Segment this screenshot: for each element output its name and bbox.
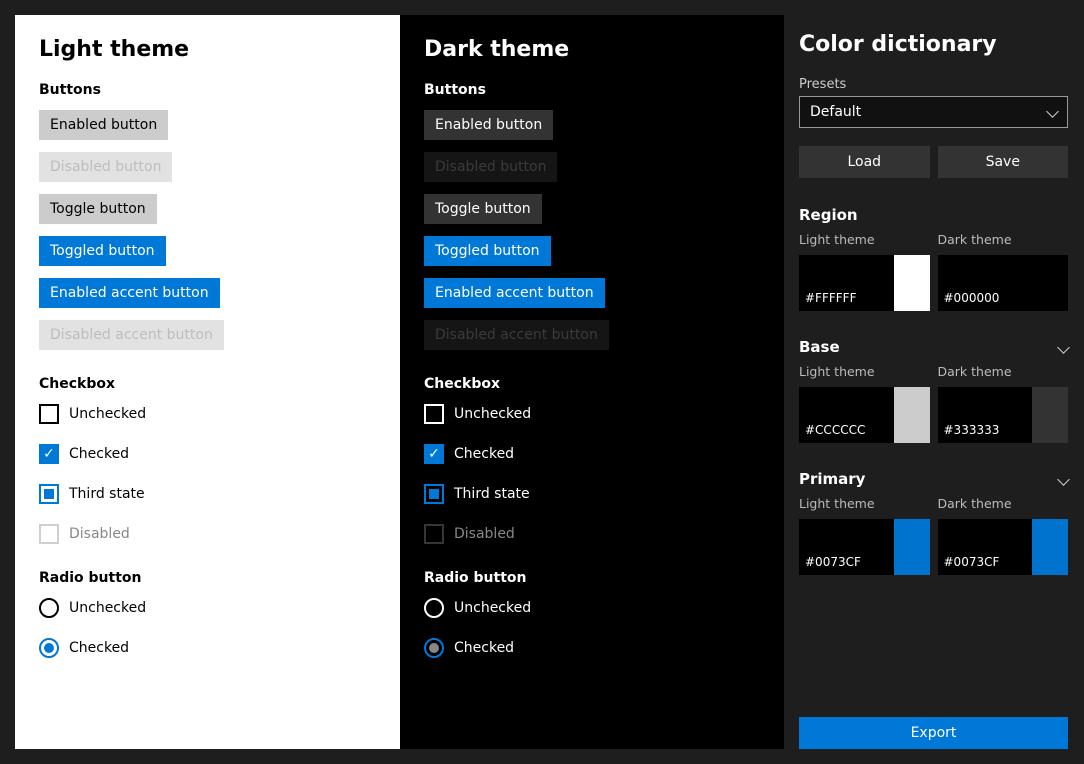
checkbox-disabled-icon: [39, 524, 59, 544]
light-radio-unchecked[interactable]: Unchecked: [39, 598, 376, 618]
dark-checkbox-unchecked[interactable]: Unchecked: [424, 404, 760, 424]
color-chip: [1032, 387, 1068, 443]
region-dt-label: Dark theme: [938, 232, 1069, 247]
checkbox-indeterminate-icon: [424, 484, 444, 504]
light-enabled-button[interactable]: Enabled button: [39, 110, 168, 140]
region-dark-swatch[interactable]: #000000: [938, 255, 1069, 311]
light-title: Light theme: [39, 37, 376, 62]
light-disabled-accent-button: Disabled accent button: [39, 320, 224, 350]
dark-toggled-button[interactable]: Toggled button: [424, 236, 551, 266]
base-dark-swatch[interactable]: #333333: [938, 387, 1069, 443]
light-disabled-button: Disabled button: [39, 152, 172, 182]
side-title: Color dictionary: [799, 32, 1068, 57]
color-dictionary-panel: Color dictionary Presets Default Load Sa…: [791, 0, 1084, 764]
base-light-swatch[interactable]: #CCCCCC: [799, 387, 930, 443]
presets-dropdown[interactable]: Default: [799, 96, 1068, 128]
checkbox-icon: [39, 404, 59, 424]
chevron-down-icon: [1059, 469, 1068, 488]
color-chip: [1032, 519, 1068, 575]
presets-label: Presets: [799, 77, 1068, 92]
checkbox-checked-icon: [424, 444, 444, 464]
radio-checked-icon: [39, 638, 59, 658]
light-toggle-button[interactable]: Toggle button: [39, 194, 157, 224]
dark-theme-panel: Dark theme Buttons Enabled button Disabl…: [400, 15, 784, 749]
chevron-down-icon: [1059, 337, 1068, 356]
primary-lt-label: Light theme: [799, 496, 930, 511]
primary-light-swatch[interactable]: #0073CF: [799, 519, 930, 575]
dark-enabled-accent-button[interactable]: Enabled accent button: [424, 278, 605, 308]
color-chip: [894, 387, 930, 443]
dark-disabled-button: Disabled button: [424, 152, 557, 182]
dark-radio-checked[interactable]: Checked: [424, 638, 760, 658]
radio-icon: [39, 598, 59, 618]
radio-checked-icon: [424, 638, 444, 658]
radio-icon: [424, 598, 444, 618]
light-checkbox-disabled: Disabled: [39, 524, 376, 544]
dark-enabled-button[interactable]: Enabled button: [424, 110, 553, 140]
color-chip: [894, 519, 930, 575]
light-toggled-button[interactable]: Toggled button: [39, 236, 166, 266]
checkbox-disabled-icon: [424, 524, 444, 544]
primary-dt-label: Dark theme: [938, 496, 1069, 511]
presets-value: Default: [810, 104, 861, 120]
light-checkbox-unchecked[interactable]: Unchecked: [39, 404, 376, 424]
base-group-header[interactable]: Base: [799, 337, 1068, 356]
dark-checkbox-checked[interactable]: Checked: [424, 444, 760, 464]
dark-checkbox-third[interactable]: Third state: [424, 484, 760, 504]
region-light-swatch[interactable]: #FFFFFF: [799, 255, 930, 311]
light-radio-heading: Radio button: [39, 570, 376, 586]
base-dt-label: Dark theme: [938, 364, 1069, 379]
dark-toggle-button[interactable]: Toggle button: [424, 194, 542, 224]
light-checkbox-heading: Checkbox: [39, 376, 376, 392]
region-lt-label: Light theme: [799, 232, 930, 247]
export-button[interactable]: Export: [799, 717, 1068, 749]
light-checkbox-checked[interactable]: Checked: [39, 444, 376, 464]
color-chip: [894, 255, 930, 311]
dark-checkbox-disabled: Disabled: [424, 524, 760, 544]
save-button[interactable]: Save: [938, 146, 1069, 178]
light-theme-panel: Light theme Buttons Enabled button Disab…: [15, 15, 400, 749]
light-radio-checked[interactable]: Checked: [39, 638, 376, 658]
base-lt-label: Light theme: [799, 364, 930, 379]
dark-title: Dark theme: [424, 37, 760, 62]
light-buttons-heading: Buttons: [39, 82, 376, 98]
light-enabled-accent-button[interactable]: Enabled accent button: [39, 278, 220, 308]
dark-disabled-accent-button: Disabled accent button: [424, 320, 609, 350]
dark-checkbox-heading: Checkbox: [424, 376, 760, 392]
chevron-down-icon: [1048, 104, 1057, 120]
color-chip: [1032, 255, 1068, 311]
primary-dark-swatch[interactable]: #0073CF: [938, 519, 1069, 575]
checkbox-checked-icon: [39, 444, 59, 464]
region-group-header[interactable]: Region: [799, 206, 1068, 224]
dark-radio-heading: Radio button: [424, 570, 760, 586]
dark-buttons-heading: Buttons: [424, 82, 760, 98]
primary-group-header[interactable]: Primary: [799, 469, 1068, 488]
load-button[interactable]: Load: [799, 146, 930, 178]
light-checkbox-third[interactable]: Third state: [39, 484, 376, 504]
checkbox-icon: [424, 404, 444, 424]
dark-radio-unchecked[interactable]: Unchecked: [424, 598, 760, 618]
checkbox-indeterminate-icon: [39, 484, 59, 504]
